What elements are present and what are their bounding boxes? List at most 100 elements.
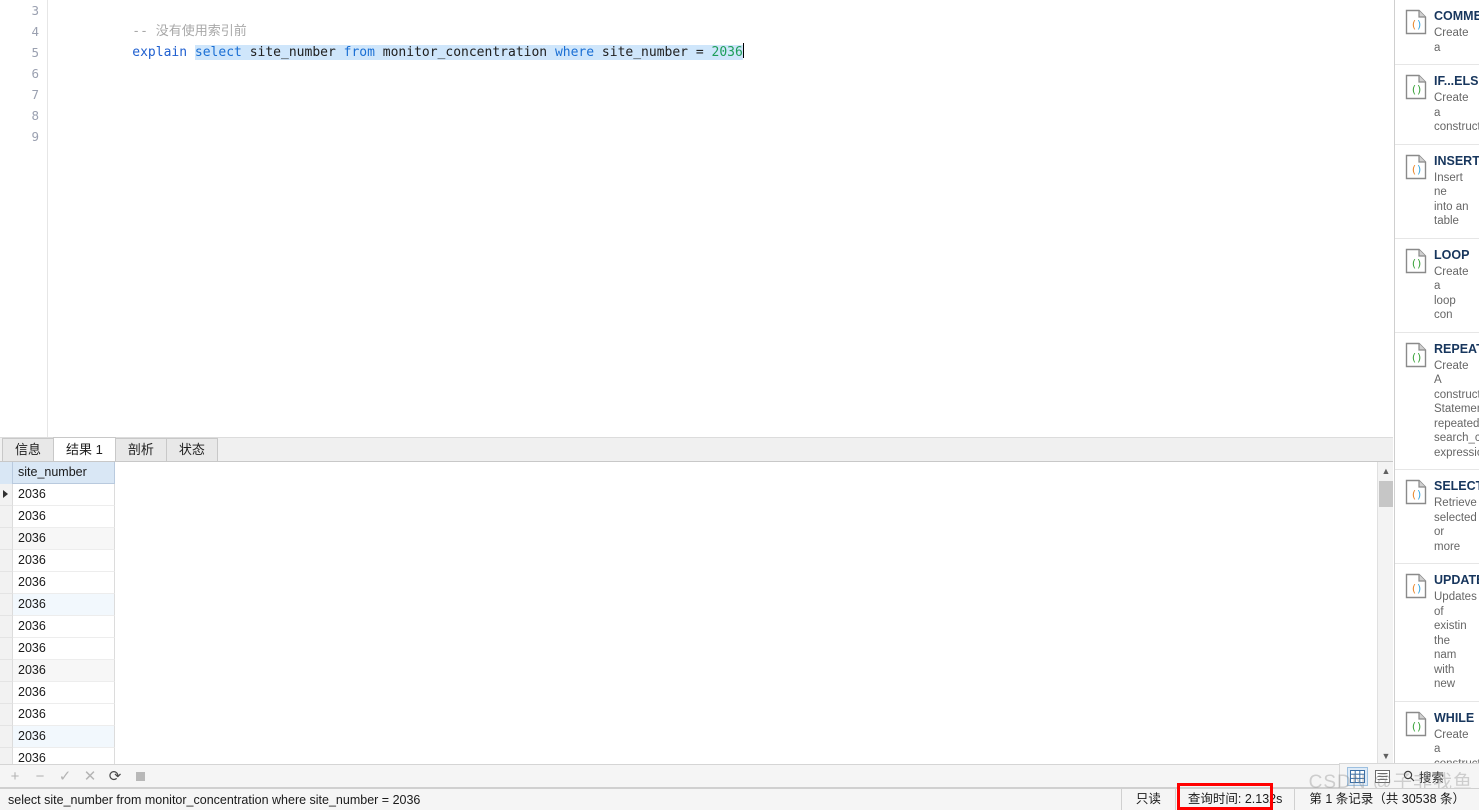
status-sql-text: select site_number from monitor_concentr… bbox=[8, 792, 421, 807]
snippet-title: IF...ELSE bbox=[1434, 74, 1479, 88]
table-row[interactable]: 2036 bbox=[0, 550, 115, 572]
cancel-button[interactable]: ✕ bbox=[79, 767, 101, 786]
table-row[interactable]: 2036 bbox=[0, 726, 115, 748]
snippets-panel[interactable]: () COMMENT Create a () IF...ELSE Create a con… bbox=[1394, 0, 1479, 764]
confirm-button[interactable]: ✓ bbox=[54, 767, 76, 786]
snippet-item[interactable]: () LOOP Create a loop con bbox=[1395, 239, 1479, 333]
sql-editor[interactable]: 3 4 5 6 7 8 9 -- 没有使用索引前 explain select site_n… bbox=[0, 0, 1393, 438]
row-marker[interactable] bbox=[0, 638, 13, 660]
snippet-item[interactable]: () INSERT Insert ne into an table bbox=[1395, 145, 1479, 239]
snippet-description: Retrieve selected or more bbox=[1434, 497, 1477, 553]
table-cell[interactable]: 2036 bbox=[13, 550, 115, 572]
table-row[interactable]: 2036 bbox=[0, 528, 115, 550]
sql-keyword-select: select bbox=[194, 45, 242, 60]
row-marker[interactable] bbox=[0, 594, 13, 616]
snippet-document-icon: () bbox=[1405, 573, 1427, 599]
grid-header-rowmark bbox=[0, 462, 13, 484]
result-tab-1[interactable]: 结果 1 bbox=[53, 437, 116, 461]
svg-text:): ) bbox=[1416, 582, 1423, 595]
add-row-button[interactable]: + bbox=[4, 767, 26, 786]
svg-text:): ) bbox=[1416, 163, 1423, 176]
snippet-item[interactable]: () REPEAT Create A construct Statemen repe… bbox=[1395, 333, 1479, 470]
snippet-title: REPEAT bbox=[1434, 341, 1479, 356]
snippet-description: Insert ne into an table bbox=[1434, 171, 1469, 228]
row-marker[interactable] bbox=[0, 484, 13, 506]
grid-view-icon[interactable] bbox=[1347, 766, 1368, 786]
scroll-up-arrow-icon[interactable]: ▲ bbox=[1378, 462, 1393, 479]
result-grid[interactable]: site_number 2036 2036 2036 2036 2036 2036 2036… bbox=[0, 462, 115, 764]
snippet-item[interactable]: () SELECT Retrieve selected or more bbox=[1395, 470, 1479, 564]
snippet-item[interactable]: () COMMENT Create a bbox=[1395, 0, 1479, 65]
form-view-icon[interactable] bbox=[1372, 767, 1393, 786]
table-row[interactable]: 2036 bbox=[0, 484, 115, 506]
svg-text:): ) bbox=[1416, 720, 1423, 733]
editor-code-area[interactable]: -- 没有使用索引前 explain select site_number fr… bbox=[48, 0, 1393, 437]
snippet-document-icon: () bbox=[1405, 342, 1427, 368]
text-caret bbox=[742, 43, 744, 58]
snippet-item[interactable]: () IF...ELSE Create a construct bbox=[1395, 65, 1479, 145]
code-line-comment: -- 没有使用索引前 bbox=[54, 0, 1393, 39]
result-tab-0[interactable]: 信息 bbox=[2, 438, 55, 461]
table-row[interactable]: 2036 bbox=[0, 660, 115, 682]
snippet-description: Create A construct Statemen repeated sea… bbox=[1434, 359, 1479, 459]
table-row[interactable]: 2036 bbox=[0, 682, 115, 704]
snippet-item[interactable]: () UPDATE Updates of existin the nam with … bbox=[1395, 564, 1479, 702]
row-marker[interactable] bbox=[0, 660, 13, 682]
scroll-down-arrow-icon[interactable]: ▼ bbox=[1378, 747, 1393, 764]
row-marker[interactable] bbox=[0, 528, 13, 550]
snippet-document-icon: () bbox=[1405, 74, 1427, 100]
table-cell[interactable]: 2036 bbox=[13, 748, 115, 764]
row-marker[interactable] bbox=[0, 506, 13, 528]
sql-keyword-from: from bbox=[343, 45, 375, 60]
search-label: 搜索 bbox=[1419, 770, 1445, 785]
svg-text:): ) bbox=[1416, 351, 1423, 364]
stop-button[interactable] bbox=[129, 767, 151, 786]
grid-vertical-scrollbar[interactable]: ▲ ▼ bbox=[1377, 462, 1393, 764]
table-cell[interactable]: 2036 bbox=[13, 572, 115, 594]
snippet-document-icon: () bbox=[1405, 9, 1427, 35]
table-cell[interactable]: 2036 bbox=[13, 726, 115, 748]
snippet-item[interactable]: () WHILE Create a construct statemen a WHI… bbox=[1395, 702, 1479, 764]
table-cell[interactable]: 2036 bbox=[13, 484, 115, 506]
table-row[interactable]: 2036 bbox=[0, 748, 115, 764]
table-cell[interactable]: 2036 bbox=[13, 682, 115, 704]
grid-search-box[interactable]: 搜索 bbox=[1403, 767, 1444, 786]
snippet-description: Create a loop con bbox=[1434, 265, 1469, 322]
scrollbar-thumb[interactable] bbox=[1379, 481, 1393, 507]
table-cell[interactable]: 2036 bbox=[13, 616, 115, 638]
snippet-document-icon: () bbox=[1405, 248, 1427, 274]
search-icon bbox=[1403, 770, 1415, 782]
sql-condition-column: site_number = bbox=[594, 45, 712, 60]
row-marker[interactable] bbox=[0, 616, 13, 638]
table-row[interactable]: 2036 bbox=[0, 594, 115, 616]
line-number: 4 bbox=[31, 24, 39, 39]
result-tab-3[interactable]: 状态 bbox=[165, 438, 218, 461]
row-marker[interactable] bbox=[0, 704, 13, 726]
row-marker[interactable] bbox=[0, 572, 13, 594]
line-number: 6 bbox=[31, 66, 39, 81]
table-row[interactable]: 2036 bbox=[0, 506, 115, 528]
refresh-button[interactable]: ⟳ bbox=[104, 767, 126, 786]
remove-row-button[interactable]: − bbox=[29, 767, 51, 786]
table-row[interactable]: 2036 bbox=[0, 638, 115, 660]
table-cell[interactable]: 2036 bbox=[13, 704, 115, 726]
snippet-text: COMMENT Create a bbox=[1434, 9, 1479, 55]
table-cell[interactable]: 2036 bbox=[13, 638, 115, 660]
result-tabbar: 信息 结果 1 剖析 状态 bbox=[0, 437, 1393, 462]
row-marker[interactable] bbox=[0, 726, 13, 748]
row-marker[interactable] bbox=[0, 682, 13, 704]
grid-action-toolbar: + − ✓ ✕ ⟳ bbox=[0, 765, 1393, 788]
table-cell[interactable]: 2036 bbox=[13, 594, 115, 616]
table-cell[interactable]: 2036 bbox=[13, 528, 115, 550]
table-cell[interactable]: 2036 bbox=[13, 660, 115, 682]
row-marker[interactable] bbox=[0, 748, 13, 764]
table-row[interactable]: 2036 bbox=[0, 704, 115, 726]
result-tab-2[interactable]: 剖析 bbox=[114, 438, 167, 461]
svg-text:): ) bbox=[1416, 18, 1423, 31]
snippet-title: INSERT bbox=[1434, 153, 1479, 168]
grid-column-header-site-number[interactable]: site_number bbox=[13, 462, 115, 484]
table-row[interactable]: 2036 bbox=[0, 616, 115, 638]
table-row[interactable]: 2036 bbox=[0, 572, 115, 594]
table-cell[interactable]: 2036 bbox=[13, 506, 115, 528]
row-marker[interactable] bbox=[0, 550, 13, 572]
